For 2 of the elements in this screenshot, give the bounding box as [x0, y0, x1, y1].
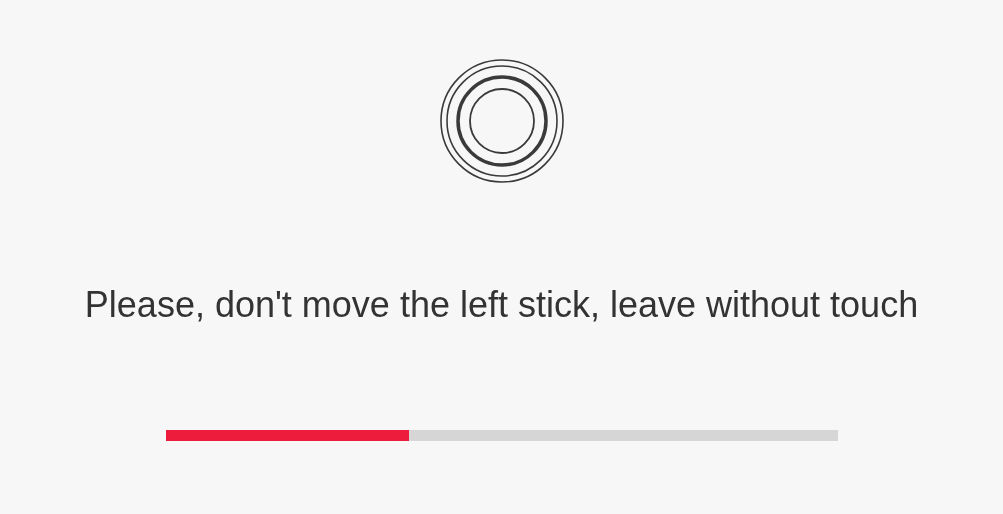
stick-icon — [439, 59, 564, 183]
instruction-text: Please, don't move the left stick, leave without touch — [84, 283, 919, 327]
